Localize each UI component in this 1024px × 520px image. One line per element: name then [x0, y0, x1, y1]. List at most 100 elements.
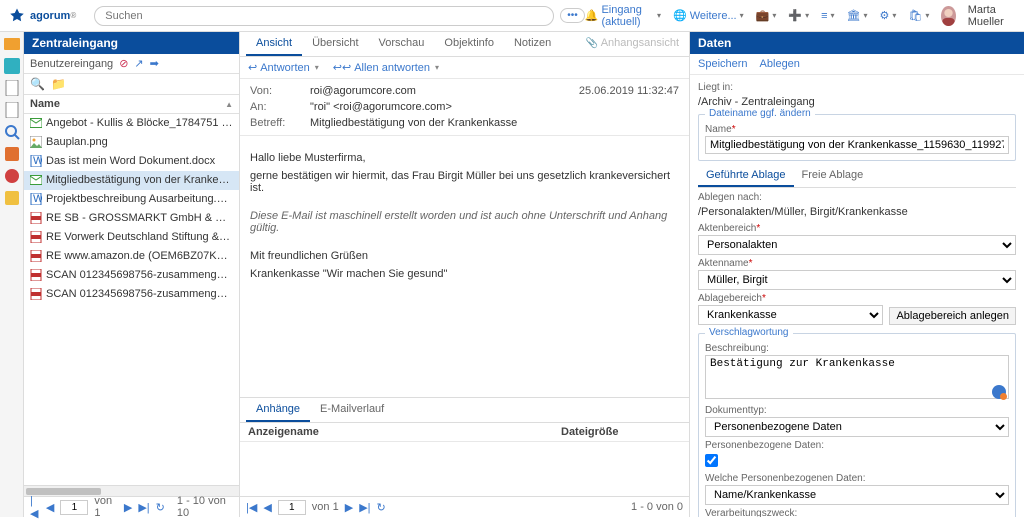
subject-value: Mitgliedbestätigung von der Krankenkasse — [310, 117, 517, 129]
file-name: RE www.amazon.de (OEM6BZ07KB4QFSM27MW4).… — [46, 250, 233, 262]
side-doc-icon[interactable] — [4, 80, 20, 96]
file-mail-icon — [30, 174, 42, 186]
welche-label: Welche Personenbezogenen Daten: — [705, 473, 1009, 484]
art-select[interactable]: Personalakten — [698, 235, 1016, 255]
stop-icon[interactable]: ⊘ — [119, 57, 128, 70]
pg-refresh[interactable]: ↻ — [156, 501, 165, 514]
pg-first[interactable]: |◀ — [30, 495, 40, 520]
pg-last[interactable]: ▶| — [138, 501, 149, 514]
subtab-0[interactable]: Geführte Ablage — [698, 165, 794, 187]
file-item[interactable]: RE www.amazon.de (OEM6BZ07KB4QFSM27MW4).… — [24, 247, 239, 266]
pers-label: Personenbezogene Daten: — [705, 440, 1009, 451]
file-item[interactable]: WDas ist mein Word Dokument.docx — [24, 152, 239, 171]
pg-input[interactable] — [60, 500, 88, 515]
side-red-icon[interactable] — [4, 168, 20, 184]
besch-textarea[interactable]: Bestätigung zur Krankenkasse — [705, 355, 1009, 399]
apg-prev[interactable]: ◀ — [263, 501, 271, 514]
file-item[interactable]: RE Vorwerk Deutschland Stiftung & Co.KG … — [24, 228, 239, 247]
name-input[interactable] — [705, 136, 1009, 154]
sort-icon[interactable]: ▲ — [225, 100, 233, 109]
file-item[interactable]: RE SB - GROSSMARKT GmbH & CO KG (17.09.2… — [24, 209, 239, 228]
from-value: roi@agorumcore.com — [310, 85, 416, 97]
pg-range: 1 - 10 von 10 — [177, 495, 233, 519]
inbox-dropdown[interactable]: 🔔 Eingang (aktuell) — [585, 4, 661, 28]
file-item[interactable]: Mitgliedbestätigung von der Krankenkasse… — [24, 171, 239, 190]
doktyp-select[interactable]: Personenbezogene Daten — [705, 417, 1009, 437]
logo: agorum® — [8, 7, 76, 25]
apg-next[interactable]: ▶ — [345, 501, 353, 514]
right-panel-title: Daten — [690, 32, 1024, 54]
apg-last[interactable]: ▶| — [359, 501, 370, 514]
attach-tab-1[interactable]: E-Mailverlauf — [310, 398, 394, 422]
avatar[interactable] — [941, 6, 955, 26]
side-paper-icon[interactable] — [4, 102, 20, 118]
file-pdf-icon — [30, 231, 42, 243]
file-name: RE Vorwerk Deutschland Stiftung & Co.KG … — [46, 231, 233, 243]
hdr-building-icon[interactable]: 🏛 — [847, 9, 868, 22]
save-button[interactable]: Speichern — [698, 58, 748, 70]
share-icon[interactable]: ↗ — [134, 57, 143, 70]
apg-of: von 1 — [312, 501, 339, 513]
apg-first[interactable]: |◀ — [246, 501, 257, 514]
hdr-gear-icon[interactable]: ⚙ — [880, 9, 897, 22]
file-pdf-icon — [30, 269, 42, 281]
reply-all-button[interactable]: ↩↩ Allen antworten — [333, 61, 439, 74]
file-item[interactable]: Bauplan.png — [24, 133, 239, 152]
to-value: "roi" <roi@agorumcore.com> — [310, 101, 452, 113]
zweck-label: Verarbeitungszweck: — [705, 508, 1009, 517]
apg-range: 1 - 0 von 0 — [631, 501, 683, 513]
subtab-1[interactable]: Freie Ablage — [794, 165, 872, 187]
svg-text:W: W — [33, 155, 42, 167]
aktenname-select[interactable]: Müller, Birgit — [698, 270, 1016, 290]
side-folder-icon[interactable] — [4, 36, 20, 52]
tab-vorschau[interactable]: Vorschau — [369, 32, 435, 56]
art-label: Aktenbereich — [698, 223, 1016, 234]
attach-tab-0[interactable]: Anhänge — [246, 398, 310, 422]
hdr-plus-icon[interactable]: ➕ — [788, 9, 809, 22]
pg-prev[interactable]: ◀ — [46, 501, 54, 514]
hdr-briefcase-icon[interactable]: 💼 — [756, 9, 777, 22]
tab-ansicht[interactable]: Ansicht — [246, 32, 302, 56]
search-help-button[interactable]: ••• — [560, 8, 585, 23]
bereich-label: Ablagebereich — [698, 293, 1016, 304]
tab-objektinfo[interactable]: Objektinfo — [434, 32, 504, 56]
reply-button[interactable]: ↩ Antworten — [248, 61, 319, 74]
bereich-create-button[interactable]: Ablagebereich anlegen — [889, 307, 1016, 325]
file-name: Angebot - Kullis & Blöcke_1784751 (1).em… — [46, 117, 233, 129]
file-item[interactable]: Angebot - Kullis & Blöcke_1784751 (1).em… — [24, 114, 239, 133]
user-name: Marta Mueller — [968, 4, 1016, 28]
tab-notizen[interactable]: Notizen — [504, 32, 561, 56]
side-search-icon[interactable] — [4, 124, 20, 140]
side-fx-icon[interactable] — [4, 190, 20, 206]
file-name: Mitgliedbestätigung von der Krankenkasse… — [46, 174, 233, 186]
hdr-list-icon[interactable]: ≡ — [821, 10, 834, 22]
attach-list — [240, 442, 689, 496]
more-dropdown[interactable]: 🌐 Weitere... — [673, 9, 744, 22]
file-item[interactable]: SCAN 012345698756-zusammengefügt.pdf — [24, 285, 239, 304]
apg-refresh[interactable]: ↻ — [377, 501, 386, 514]
search-input[interactable] — [94, 6, 554, 26]
side-cyan-icon[interactable] — [4, 58, 20, 74]
bereich-select[interactable]: Krankenkasse — [698, 305, 883, 325]
mail-body: Hallo liebe Musterfirma, gerne bestätige… — [240, 136, 689, 397]
tab-attach-view: Anhangsansicht — [575, 32, 689, 56]
col-name[interactable]: Name — [30, 98, 60, 110]
file-doc-icon: W — [30, 155, 42, 167]
fwd-icon[interactable]: ➡ — [150, 57, 159, 70]
search-small-icon[interactable]: 🔍 — [30, 77, 45, 91]
h-scrollbar[interactable] — [24, 485, 239, 496]
store-button[interactable]: Ablegen — [760, 58, 800, 70]
tab-übersicht[interactable]: Übersicht — [302, 32, 368, 56]
pers-checkbox[interactable] — [705, 454, 718, 467]
file-img-icon — [30, 136, 42, 148]
side-address-icon[interactable] — [4, 146, 20, 162]
pg-next[interactable]: ▶ — [124, 501, 132, 514]
apg-input[interactable] — [278, 500, 306, 515]
hdr-shop-icon[interactable]: 🛍 — [908, 9, 929, 22]
svg-text:W: W — [33, 193, 42, 205]
welche-select[interactable]: Name/Krankenkasse — [705, 485, 1009, 505]
subject-label: Betreff: — [250, 117, 300, 129]
file-item[interactable]: SCAN 012345698756-zusammengefügt-2.pdf — [24, 266, 239, 285]
folder-small-icon[interactable]: 📁 — [51, 77, 66, 91]
file-item[interactable]: WProjektbeschreibung Ausarbeitung.docx — [24, 190, 239, 209]
